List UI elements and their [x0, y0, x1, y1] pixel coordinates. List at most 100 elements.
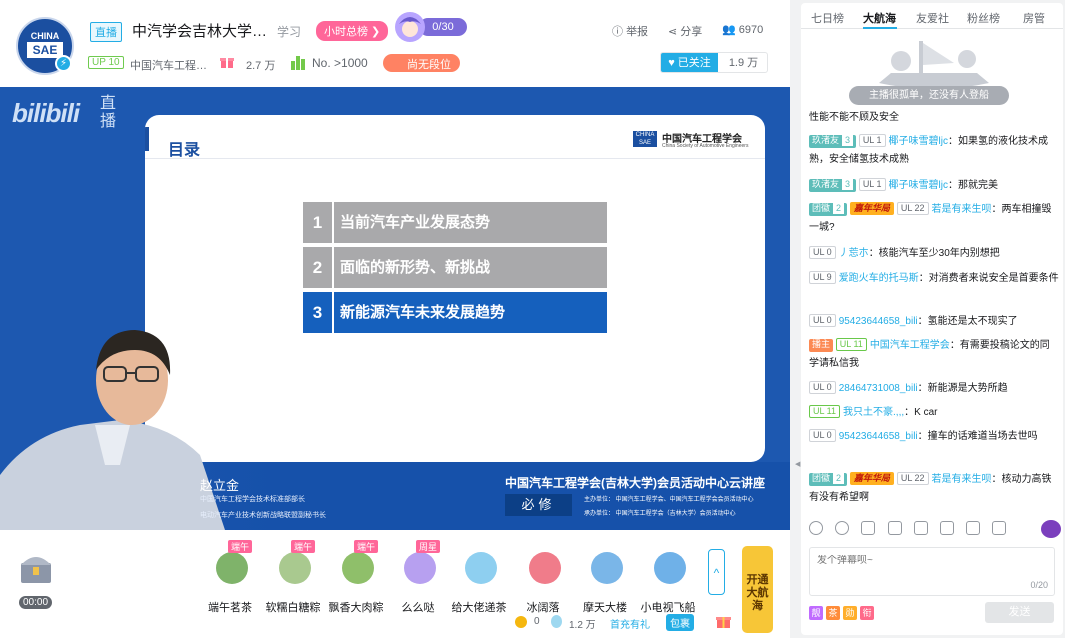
medal-name: 玖渚友 — [812, 135, 840, 145]
toc-number: 3 — [303, 292, 332, 333]
message-text: ：撞车的话难道当场去世吗 — [917, 431, 1038, 442]
username[interactable]: 若是有来生呗 — [932, 204, 992, 215]
gift-6-icon — [591, 552, 623, 584]
chat-message: UL 0 丿莣朩：核能汽车至少30年内别想把 — [809, 245, 1059, 263]
segment-badge[interactable]: 尚无段位 — [383, 54, 460, 72]
follow-group: ♥ 已关注 1.9 万 — [660, 52, 768, 73]
tab-admins[interactable]: 房管 — [1023, 10, 1045, 26]
sae-logo: CHINA SAE — [633, 131, 657, 147]
gift-0-icon — [216, 552, 248, 584]
username[interactable]: 丿莣朩 — [839, 248, 869, 259]
privilege-icon[interactable]: 衔 — [860, 606, 874, 620]
gift-name: 软糯白糖粽 — [265, 602, 321, 614]
username[interactable]: 28464731008_bili — [839, 383, 918, 394]
medal-name: 团徽 — [812, 473, 831, 483]
recharge-link[interactable]: 首充有礼 — [610, 616, 650, 631]
privilege-icon[interactable]: 靓 — [809, 606, 823, 620]
gift-item[interactable]: 小电视飞船 — [639, 540, 697, 614]
viewer-count: 👥 6970 — [722, 23, 763, 36]
sparkle-icon[interactable] — [861, 521, 875, 535]
guard-widget[interactable]: 0/30 — [395, 12, 470, 42]
live-room: CHINA SAE ⚡ 直播 中汽学会吉林大学… 学习 小时总榜 ❯ 0/30 … — [0, 0, 790, 638]
live-status-badge: 直播 — [90, 22, 122, 42]
user-level-badge: UL 9 — [809, 271, 836, 284]
warning-icon: ⓘ — [612, 26, 627, 38]
fan-medal[interactable]: 玖渚友 3 — [809, 179, 857, 192]
username[interactable]: 爱跑火车的托马斯 — [839, 273, 919, 284]
tab-guard[interactable]: 大航海 — [863, 10, 896, 26]
treasure-chest-icon[interactable] — [18, 551, 54, 585]
toc-text: 当前汽车产业发展态势 — [334, 202, 607, 243]
expand-gifts-button[interactable]: ^ — [708, 549, 725, 595]
host-line: 承办单位： 中国汽车工程学会（吉林大学）会员活动中心 — [584, 511, 736, 517]
tab-fans[interactable]: 粉丝榜 — [967, 10, 1000, 26]
slide-title: 目录 — [168, 142, 201, 159]
username[interactable]: 95423644658_bili — [839, 316, 918, 327]
gift-1-icon — [279, 552, 311, 584]
fan-medal[interactable]: 团徽 2 — [809, 473, 848, 486]
danmaku-input-box: 0/20 — [809, 547, 1055, 596]
report-button[interactable]: ⓘ 举报 — [612, 23, 648, 39]
message-text: ：K car — [904, 407, 938, 418]
toc-number: 2 — [303, 247, 332, 288]
gift-name: 小电视飞船 — [640, 602, 696, 614]
send-button[interactable]: 发送 — [985, 602, 1054, 623]
guard-character-icon — [395, 12, 425, 42]
tab-seven-day[interactable]: 七日榜 — [811, 10, 844, 26]
gift-item[interactable]: 冰阔落 — [514, 540, 572, 614]
slide-org-en: China Society of Automotive Engineers — [662, 143, 749, 149]
up-level-badge: UP 10 — [88, 56, 124, 69]
timer: 00:00 — [19, 596, 53, 609]
gift-7-icon — [654, 552, 686, 584]
gift-box-icon[interactable] — [716, 614, 731, 628]
user-level-badge: UL 0 — [809, 429, 836, 442]
open-guard-button[interactable]: 开通大航海 — [742, 546, 773, 633]
palette-icon[interactable] — [835, 521, 849, 535]
collapse-arrow-icon[interactable]: ◀ — [795, 460, 800, 472]
user-level-badge: UL 1 — [858, 178, 886, 191]
username[interactable]: 若是有来生呗 — [932, 474, 992, 485]
privilege-icon[interactable]: 茶 — [826, 606, 840, 620]
username[interactable]: 我只土不豪.,,, — [843, 407, 904, 418]
gift-item[interactable]: 周星么么哒 — [389, 540, 447, 614]
fan-medal[interactable]: 团徽 2 — [809, 203, 848, 216]
anchor-name[interactable]: 中国汽车工程… — [130, 57, 207, 73]
chat-message: UL 11 我只土不豪.,,,：K car — [809, 404, 1059, 422]
chat-message: 团徽 2 嘉年华局 UL 22 若是有来生呗：核动力高铁有没有希望啊 — [809, 471, 1059, 507]
hour-rank-pill[interactable]: 小时总榜 ❯ — [316, 21, 389, 41]
privilege-icon[interactable]: 勋 — [843, 606, 857, 620]
username[interactable]: 椰子味雪碧ljc — [889, 136, 948, 147]
screen-icon[interactable] — [914, 521, 928, 535]
bag-button[interactable]: 包裹 — [666, 614, 694, 631]
clip-icon[interactable] — [888, 521, 902, 535]
split-icon[interactable] — [992, 521, 1006, 535]
danmaku-input[interactable] — [817, 555, 1017, 566]
gift-4-icon — [465, 552, 497, 584]
emoji-icon[interactable] — [809, 521, 823, 535]
gift-item[interactable]: 端午 飘香大肉粽 — [327, 540, 385, 614]
gift-tag: 周星 — [416, 540, 441, 553]
popularity-rank: No. >1000 — [312, 56, 368, 70]
follow-button[interactable]: ♥ 已关注 — [661, 53, 718, 72]
gift-item[interactable]: 给大佬递茶 — [450, 540, 508, 614]
username[interactable]: 椰子味雪碧ljc — [889, 180, 948, 191]
chat-toolbar — [809, 519, 1061, 539]
gift-tag: 端午 — [228, 540, 253, 553]
gift-item[interactable]: 摩天大楼 — [576, 540, 634, 614]
screen-share-icon[interactable] — [940, 521, 954, 535]
gift-item[interactable]: 端午 软糯白糖粽 — [264, 540, 322, 614]
active-tab-indicator — [863, 27, 897, 29]
fan-medal[interactable]: 玖渚友 3 — [809, 135, 857, 148]
gift-name: 么么哒 — [401, 602, 435, 614]
gift-item[interactable]: 端午 端午茗茶 — [201, 540, 259, 614]
share-button[interactable]: ⋖ 分享 — [668, 23, 702, 39]
video-player[interactable]: bilibili 直播 目录 CHINA SAE 中国汽车工程学会 China … — [0, 87, 790, 530]
username[interactable]: 95423644658_bili — [839, 431, 918, 442]
message-text: 性能不能不顾及安全 — [809, 112, 899, 123]
bilibili-logo: bilibili — [12, 98, 80, 128]
username[interactable]: 中国汽车工程学会 — [870, 340, 950, 351]
chat-bubble-icon[interactable] — [1041, 520, 1061, 538]
area-link[interactable]: 学习 — [277, 23, 301, 40]
edit-icon[interactable] — [966, 521, 980, 535]
tab-friends[interactable]: 友爱社 — [916, 10, 949, 26]
